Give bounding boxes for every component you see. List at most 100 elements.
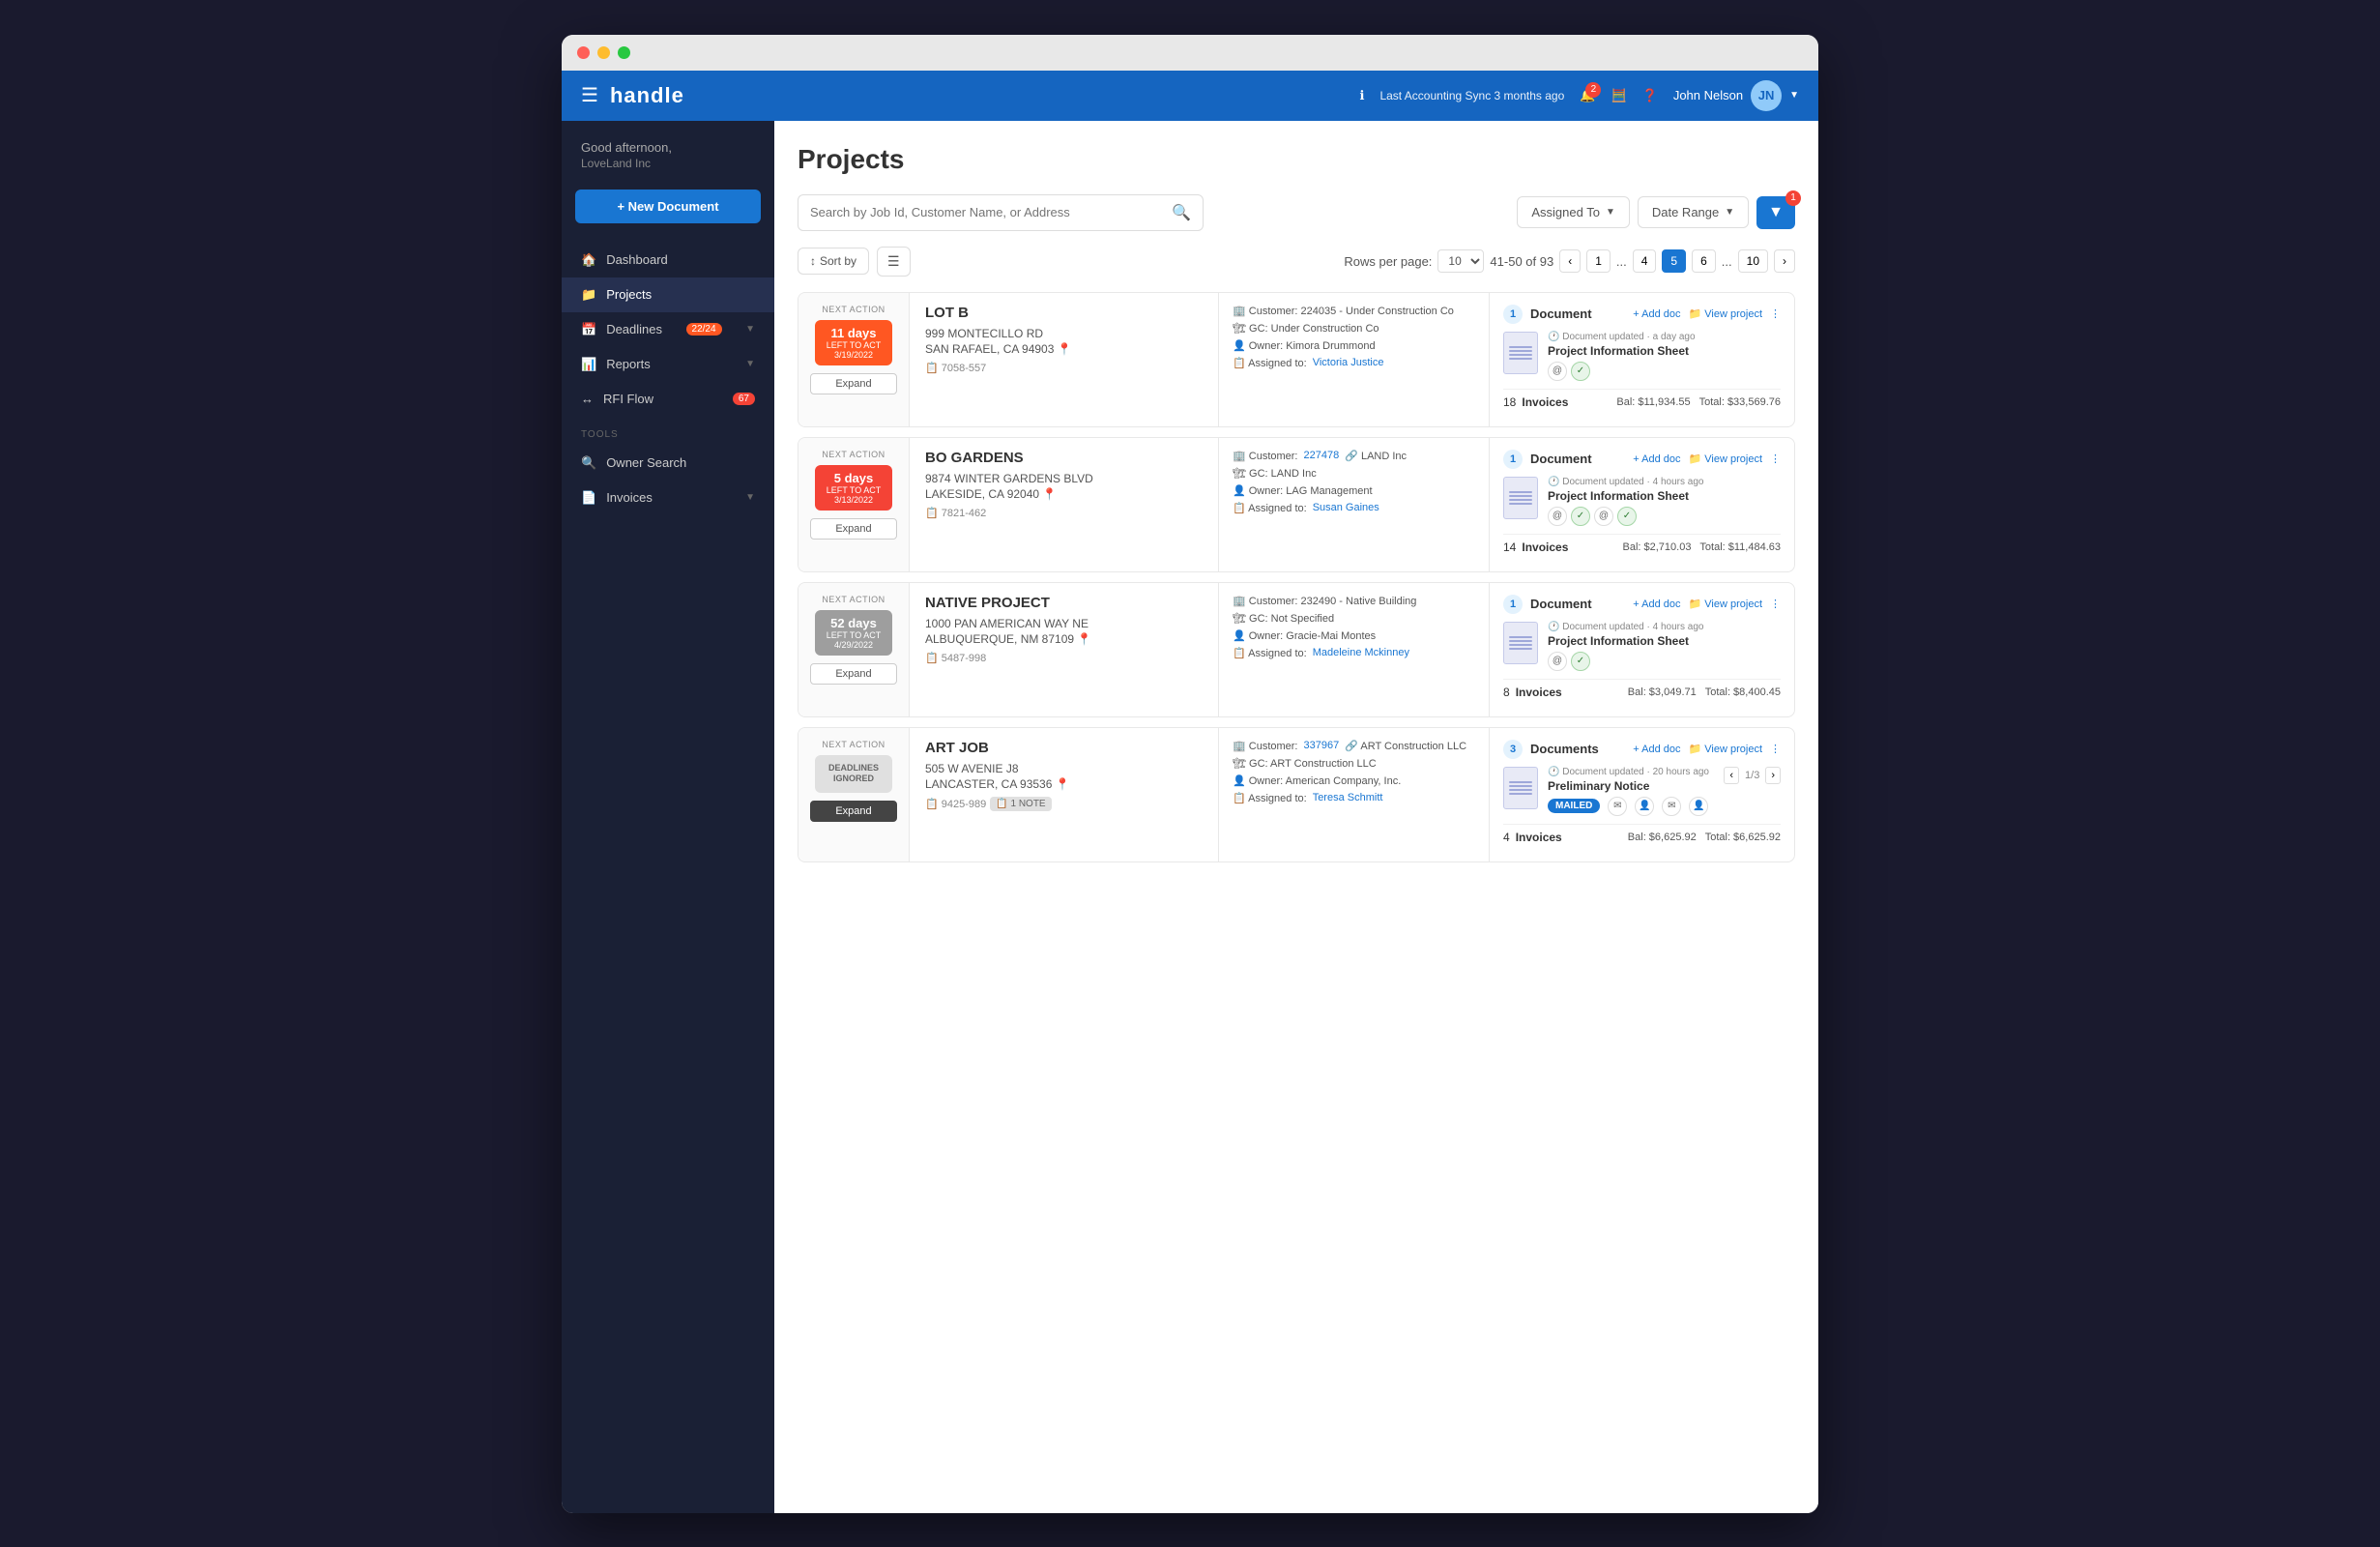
page-5-button[interactable]: 5 xyxy=(1662,249,1686,273)
next-action-label: NEXT ACTION xyxy=(822,595,885,604)
add-doc-button-art[interactable]: + Add doc xyxy=(1633,744,1680,755)
assigned-to-dropdown[interactable]: Assigned To ▼ xyxy=(1517,196,1630,228)
project-name-lot-b: LOT B xyxy=(925,305,1203,321)
check-tag-1: ✓ xyxy=(1571,507,1590,526)
filter-button[interactable]: ▼ 1 xyxy=(1756,196,1795,229)
sidebar-label-invoices: Invoices xyxy=(606,490,653,505)
help-icon[interactable]: ❓ xyxy=(1642,88,1658,103)
rows-per-page-select[interactable]: 10 25 50 xyxy=(1437,249,1484,273)
sidebar-label-owner-search: Owner Search xyxy=(606,455,686,470)
date-range-dropdown[interactable]: Date Range ▼ xyxy=(1638,196,1749,228)
doc-type-lot-b: Document xyxy=(1530,306,1625,321)
sidebar-item-reports[interactable]: 📊 Reports ▼ xyxy=(562,347,774,382)
search-input[interactable] xyxy=(810,205,1164,219)
add-doc-button-lot-b[interactable]: + Add doc xyxy=(1633,308,1680,320)
page-1-button[interactable]: 1 xyxy=(1586,249,1611,273)
sort-row: ↕ Sort by ☰ Rows per page: 10 25 50 41-5… xyxy=(798,247,1795,277)
project-details-art-job: 🏢 Customer: 337967 🔗 ART Construction LL… xyxy=(1219,728,1490,861)
expand-button-native[interactable]: Expand xyxy=(810,663,897,685)
owner-art-job: 👤 Owner: American Company, Inc. xyxy=(1233,774,1475,787)
project-info-lot-b: LOT B 999 MONTECILLO RD SAN RAFAEL, CA 9… xyxy=(910,293,1219,426)
doc-updated-lot-b: 🕐 Document updated · a day ago xyxy=(1548,332,1781,342)
user-name: John Nelson xyxy=(1673,88,1743,102)
add-doc-button-native[interactable]: + Add doc xyxy=(1633,598,1680,610)
more-options-native[interactable]: ⋮ xyxy=(1770,598,1781,610)
close-button[interactable] xyxy=(577,46,590,59)
add-doc-button-bo[interactable]: + Add doc xyxy=(1633,453,1680,465)
email-tag-art2: ✉ xyxy=(1662,797,1681,816)
view-project-button-art[interactable]: 📁 View project xyxy=(1689,743,1762,755)
titlebar xyxy=(562,35,1818,71)
doc-prev-button[interactable]: ‹ xyxy=(1724,767,1739,784)
prev-page-button[interactable]: ‹ xyxy=(1559,249,1581,273)
assigned-link-bo-gardens[interactable]: Susan Gaines xyxy=(1313,502,1379,513)
owner-search-icon: 🔍 xyxy=(581,455,596,471)
info-icon: ℹ xyxy=(1360,88,1365,103)
doc-item-bo-gardens: 🕐 Document updated · 4 hours ago Project… xyxy=(1503,477,1781,526)
project-action-bo-gardens: NEXT ACTION 5 days LEFT TO ACT 3/13/2022… xyxy=(798,438,910,571)
doc-thumbnail-native xyxy=(1503,622,1538,664)
hamburger-icon[interactable]: ☰ xyxy=(581,83,598,107)
assigned-chevron: ▼ xyxy=(1606,207,1615,218)
toolbar: 🔍 Assigned To ▼ Date Range ▼ ▼ 1 xyxy=(798,194,1795,231)
view-project-button-bo[interactable]: 📁 View project xyxy=(1689,452,1762,465)
sidebar-item-dashboard[interactable]: 🏠 Dashboard xyxy=(562,243,774,277)
doc-updated-native: 🕐 Document updated · 4 hours ago xyxy=(1548,622,1781,632)
doc-tags-lot-b: @ ✓ xyxy=(1548,362,1781,381)
doc-actions-art-job: + Add doc 📁 View project ⋮ xyxy=(1633,743,1781,755)
user-menu[interactable]: John Nelson JN ▼ xyxy=(1673,80,1799,111)
more-options-lot-b[interactable]: ⋮ xyxy=(1770,307,1781,320)
expand-button-bo-gardens[interactable]: Expand xyxy=(810,518,897,540)
notification-button[interactable]: 🔔 2 xyxy=(1580,88,1595,103)
assigned-link-lot-b[interactable]: Victoria Justice xyxy=(1313,357,1384,368)
view-project-button-lot-b[interactable]: 📁 View project xyxy=(1689,307,1762,320)
search-icon: 🔍 xyxy=(1172,203,1191,222)
expand-button-art-job[interactable]: Expand xyxy=(810,801,897,822)
expand-button-lot-b[interactable]: Expand xyxy=(810,373,897,394)
doc-count-art-job: 3 xyxy=(1503,740,1523,759)
page-6-button[interactable]: 6 xyxy=(1692,249,1716,273)
doc-count-native: 1 xyxy=(1503,595,1523,614)
new-document-button[interactable]: + New Document xyxy=(575,190,761,223)
doc-header-lot-b: 1 Document + Add doc 📁 View project ⋮ xyxy=(1503,305,1781,324)
email-tag-2: @ xyxy=(1594,507,1613,526)
doc-next-button[interactable]: › xyxy=(1765,767,1781,784)
sidebar-item-owner-search[interactable]: 🔍 Owner Search xyxy=(562,446,774,481)
email-tag-1: @ xyxy=(1548,507,1567,526)
sidebar-item-deadlines[interactable]: 📅 Deadlines 22/24 ▼ xyxy=(562,312,774,347)
doc-title-bo: Project Information Sheet xyxy=(1548,489,1781,503)
minimize-button[interactable] xyxy=(597,46,610,59)
search-box[interactable]: 🔍 xyxy=(798,194,1204,231)
more-options-art[interactable]: ⋮ xyxy=(1770,743,1781,755)
assigned-native: 📋 Assigned to: Madeleine Mckinney xyxy=(1233,647,1475,659)
view-project-button-native[interactable]: 📁 View project xyxy=(1689,598,1762,610)
calculator-icon[interactable]: 🧮 xyxy=(1611,88,1626,103)
assigned-link-native[interactable]: Madeleine Mckinney xyxy=(1313,647,1409,658)
project-city-native: ALBUQUERQUE, NM 87109 📍 xyxy=(925,632,1203,646)
doc-actions-native: + Add doc 📁 View project ⋮ xyxy=(1633,598,1781,610)
assigned-link-art-job[interactable]: Teresa Schmitt xyxy=(1313,792,1383,803)
email-tag: @ xyxy=(1548,362,1567,381)
project-action-native: NEXT ACTION 52 days LEFT TO ACT 4/29/202… xyxy=(798,583,910,716)
check-tag-n: ✓ xyxy=(1571,652,1590,671)
more-options-bo[interactable]: ⋮ xyxy=(1770,452,1781,465)
project-info-bo-gardens: BO GARDENS 9874 WINTER GARDENS BLVD LAKE… xyxy=(910,438,1219,571)
notification-badge: 2 xyxy=(1585,82,1601,98)
sort-button[interactable]: ↕ Sort by xyxy=(798,248,869,275)
list-view-button[interactable]: ☰ xyxy=(877,247,911,277)
project-id-native: 📋 5487-998 xyxy=(925,652,1203,664)
next-page-button[interactable]: › xyxy=(1774,249,1795,273)
days-badge-bo-gardens: 5 days LEFT TO ACT 3/13/2022 xyxy=(815,465,892,511)
inv-total-lot-b: Bal: $11,934.55 Total: $33,569.76 xyxy=(1616,396,1781,408)
page-4-button[interactable]: 4 xyxy=(1633,249,1657,273)
page-10-button[interactable]: 10 xyxy=(1738,249,1768,273)
gc-art-job: 🏗 GC: ART Construction LLC xyxy=(1233,757,1475,770)
gc-native: 🏗 GC: Not Specified xyxy=(1233,612,1475,625)
date-chevron: ▼ xyxy=(1725,207,1734,218)
maximize-button[interactable] xyxy=(618,46,630,59)
sidebar-item-rfi-flow[interactable]: ↔ RFI Flow 67 xyxy=(562,382,774,416)
sidebar-item-projects[interactable]: 📁 Projects xyxy=(562,277,774,312)
sidebar-item-invoices[interactable]: 📄 Invoices ▼ xyxy=(562,481,774,515)
doc-tags-native: @ ✓ xyxy=(1548,652,1781,671)
next-action-label: NEXT ACTION xyxy=(822,305,885,314)
